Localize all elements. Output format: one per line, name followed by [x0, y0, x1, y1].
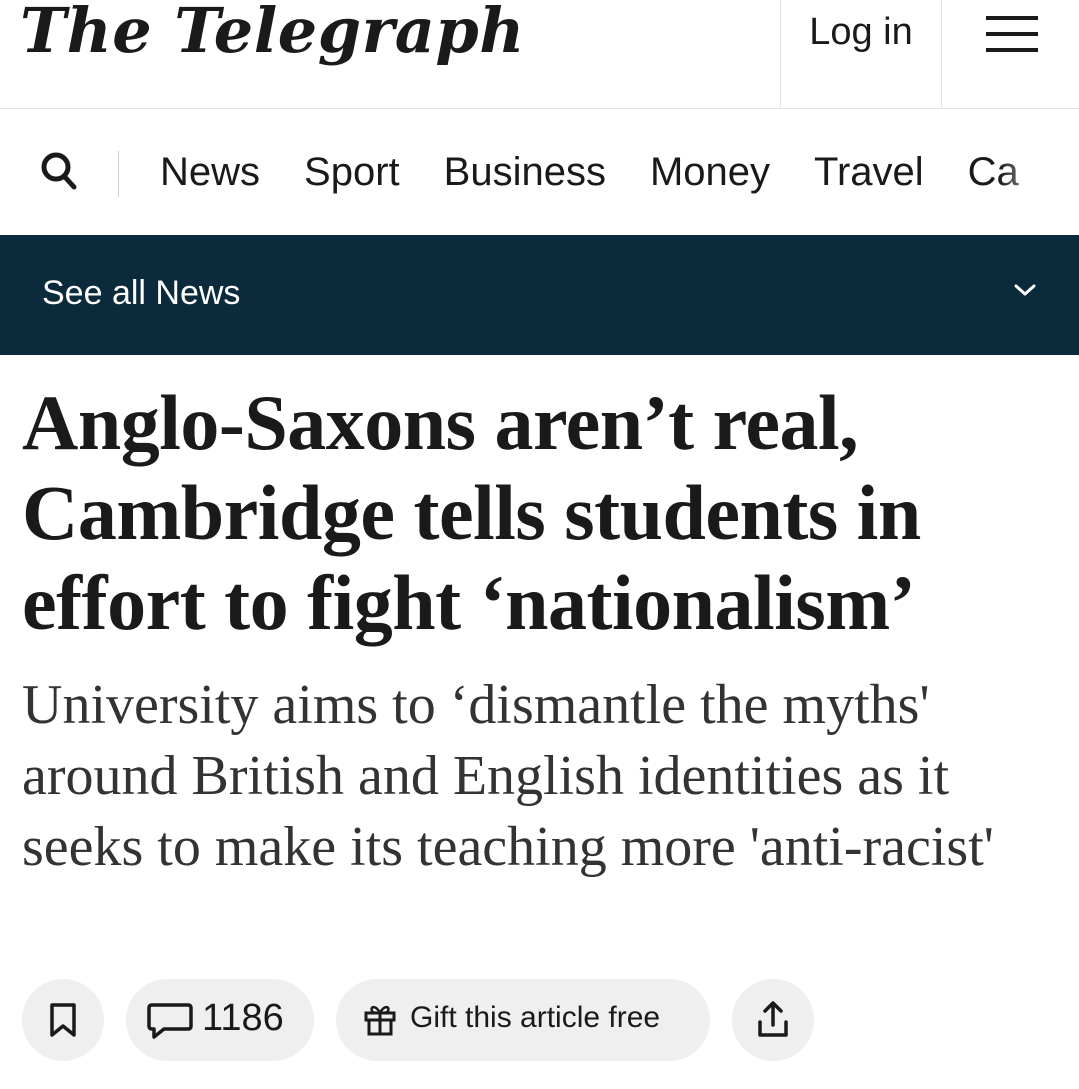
bookmark-button[interactable]	[22, 979, 104, 1061]
share-icon	[758, 1001, 788, 1037]
article-headline: Anglo-Saxons aren’t real, Cambridge tell…	[22, 379, 921, 646]
gift-icon	[364, 1005, 396, 1036]
gift-article-label: Gift this article free	[410, 1001, 661, 1034]
nav-item-sport[interactable]: Sport	[304, 150, 400, 195]
masthead-divider	[780, 0, 781, 108]
see-all-news-bar[interactable]: See all News	[0, 235, 1079, 355]
see-all-news-label: See all News	[42, 274, 241, 312]
nav-divider	[118, 151, 119, 197]
bookmark-icon	[50, 1003, 76, 1037]
comments-button[interactable]: 1186	[126, 979, 314, 1061]
nav-item-business[interactable]: Business	[444, 150, 606, 195]
nav-item-travel[interactable]: Travel	[814, 150, 924, 195]
nav-item-news[interactable]: News	[160, 150, 260, 195]
nav-item-money[interactable]: Money	[650, 150, 770, 195]
comments-count: 1186	[202, 997, 284, 1039]
telegraph-logo[interactable]: The Telegraph	[20, 0, 525, 67]
section-nav: News Sport Business Money Travel Ca	[0, 109, 1079, 235]
article-standfirst: University aims to ‘dismantle the myths'…	[22, 674, 994, 878]
login-button[interactable]: Log in	[782, 0, 940, 64]
masthead: The Telegraph Log in	[0, 0, 1079, 109]
gift-article-button[interactable]: Gift this article free	[336, 979, 710, 1061]
share-button[interactable]	[732, 979, 814, 1061]
search-icon[interactable]	[38, 149, 82, 193]
chevron-down-icon[interactable]	[1013, 282, 1037, 298]
hamburger-menu-icon[interactable]	[942, 0, 1079, 72]
nav-fade	[999, 109, 1079, 235]
comment-icon	[147, 1003, 193, 1039]
nav-items: News Sport Business Money Travel Ca	[160, 109, 1063, 235]
